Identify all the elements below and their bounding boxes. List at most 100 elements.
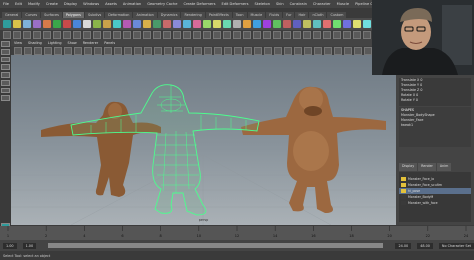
shelf-tool-icon[interactable] [183, 20, 191, 28]
shelf-tool-icon[interactable] [253, 20, 261, 28]
tab-anim[interactable]: Anim [436, 163, 452, 171]
status-line-icon[interactable] [333, 30, 341, 39]
shelf-tool-icon[interactable] [283, 20, 291, 28]
panel-tool-icon[interactable] [334, 46, 342, 55]
panel-menu-item[interactable]: Show [68, 41, 77, 45]
panel-tool-icon[interactable] [44, 46, 52, 55]
rotate-tool-icon[interactable] [1, 72, 10, 78]
shelf-tool-icon[interactable] [63, 20, 71, 28]
character-set-field[interactable]: No Character Set [438, 242, 474, 249]
status-line-icon[interactable] [343, 30, 351, 39]
menu-item[interactable]: Display [64, 2, 77, 6]
shape-item[interactable]: tweak1 [399, 123, 471, 128]
layer-color-swatch[interactable] [401, 177, 406, 181]
panel-tool-icon[interactable] [104, 46, 112, 55]
shelf-tool-icon[interactable] [173, 20, 181, 28]
channel-row[interactable]: Rotate Y 0 [399, 98, 471, 103]
menu-item[interactable]: Muscle [337, 2, 349, 6]
shelf-tool-icon[interactable] [43, 20, 51, 28]
range-slider-bar[interactable] [48, 243, 384, 248]
panel-tool-icon[interactable] [94, 46, 102, 55]
status-line-icon[interactable] [303, 30, 311, 39]
status-line-icon[interactable] [143, 30, 151, 39]
layer-color-swatch[interactable] [401, 201, 406, 205]
shelf-tool-icon[interactable] [133, 20, 141, 28]
panel-tool-icon[interactable] [134, 46, 142, 55]
status-line-icon[interactable] [93, 30, 101, 39]
shelf-tool-icon[interactable] [323, 20, 331, 28]
viewport[interactable]: persp [11, 55, 396, 225]
shelf-tool-icon[interactable] [143, 20, 151, 28]
status-line-icon[interactable] [13, 30, 21, 39]
layer-color-swatch[interactable] [401, 183, 406, 187]
status-line-icon[interactable] [3, 30, 11, 39]
panel-tool-icon[interactable] [24, 46, 32, 55]
panel-tool-icon[interactable] [164, 46, 172, 55]
shelf-tool-icon[interactable] [203, 20, 211, 28]
panel-menu-item[interactable]: Shading [28, 41, 42, 45]
panel-menu-item[interactable]: Renderer [83, 41, 98, 45]
status-line-icon[interactable] [103, 30, 111, 39]
status-line-icon[interactable] [363, 30, 371, 39]
select-tool-icon[interactable] [1, 41, 10, 47]
menu-item[interactable]: Skeleton [254, 2, 270, 6]
status-line-icon[interactable] [323, 30, 331, 39]
status-line-icon[interactable] [53, 30, 61, 39]
status-line-icon[interactable] [63, 30, 71, 39]
panel-tool-icon[interactable] [64, 46, 72, 55]
menu-item[interactable]: Modify [28, 2, 40, 6]
tab-render[interactable]: Render [418, 163, 436, 171]
status-line-icon[interactable] [173, 30, 181, 39]
status-line-icon[interactable] [113, 30, 121, 39]
panel-menu-item[interactable]: Lighting [48, 41, 62, 45]
shelf-tool-icon[interactable] [83, 20, 91, 28]
panel-tool-icon[interactable] [84, 46, 92, 55]
panel-tool-icon[interactable] [204, 46, 212, 55]
shelf-tool-icon[interactable] [103, 20, 111, 28]
panel-tool-icon[interactable] [174, 46, 182, 55]
status-line-icon[interactable] [283, 30, 291, 39]
menu-item[interactable]: Edit [15, 2, 22, 6]
last-tool-icon[interactable] [1, 95, 10, 102]
panel-menu-item[interactable]: View [14, 41, 22, 45]
range-start-field[interactable]: 1.00 [3, 242, 17, 249]
panel-tool-icon[interactable] [224, 46, 232, 55]
shelf-tool-icon[interactable] [363, 20, 371, 28]
panel-tool-icon[interactable] [344, 46, 352, 55]
menu-item[interactable]: Constrain [290, 2, 307, 6]
panel-tool-icon[interactable] [304, 46, 312, 55]
status-line-icon[interactable] [163, 30, 171, 39]
shelf-tool-icon[interactable] [303, 20, 311, 28]
status-line-icon[interactable] [313, 30, 321, 39]
status-line-icon[interactable] [73, 30, 81, 39]
shelf-tool-icon[interactable] [353, 20, 361, 28]
panel-tool-icon[interactable] [294, 46, 302, 55]
layer-row[interactable]: Monster_with_face [399, 200, 471, 206]
panel-tool-icon[interactable] [284, 46, 292, 55]
menu-item[interactable]: Animation [123, 2, 141, 6]
panel-tool-icon[interactable] [274, 46, 282, 55]
status-line-icon[interactable] [33, 30, 41, 39]
manipulator-icon[interactable] [1, 87, 10, 94]
shelf-tool-icon[interactable] [243, 20, 251, 28]
panel-tool-icon[interactable] [144, 46, 152, 55]
status-line-icon[interactable] [43, 30, 51, 39]
time-slider[interactable]: 1 2 4 6 8 10 12 14 16 18 20 22 24 [0, 226, 474, 240]
status-line-icon[interactable] [153, 30, 161, 39]
scale-tool-icon[interactable] [1, 79, 10, 86]
panel-tool-icon[interactable] [244, 46, 252, 55]
status-line-icon[interactable] [193, 30, 201, 39]
menu-item[interactable]: Windows [83, 2, 99, 6]
panel-tool-icon[interactable] [354, 46, 362, 55]
status-line-icon[interactable] [223, 30, 231, 39]
move-tool-icon[interactable] [1, 64, 10, 71]
menu-item[interactable]: Skin [276, 2, 284, 6]
panel-tool-icon[interactable] [194, 46, 202, 55]
status-line-icon[interactable] [23, 30, 31, 39]
shelf-tool-icon[interactable] [223, 20, 231, 28]
status-line-icon[interactable] [183, 30, 191, 39]
shelf-tool-icon[interactable] [113, 20, 121, 28]
shelf-tool-icon[interactable] [153, 20, 161, 28]
shelf-tool-icon[interactable] [333, 20, 341, 28]
lasso-tool-icon[interactable] [1, 48, 10, 55]
